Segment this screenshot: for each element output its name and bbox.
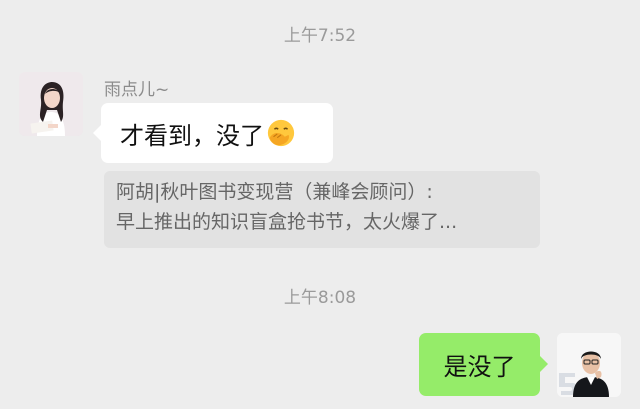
outgoing-message-bubble[interactable]: 是没了 — [419, 333, 548, 396]
quoted-message[interactable]: 阿胡|秋叶图书变现营（兼峰会顾问）: 早上推出的知识盲盒抢书节，太火爆了... — [104, 171, 540, 248]
outgoing-message-text: 是没了 — [443, 353, 516, 381]
incoming-message-text: 才看到，没了 — [120, 121, 264, 150]
woman-avatar-icon — [19, 72, 83, 136]
quote-line-2: 早上推出的知识盲盒抢书节，太火爆了... — [116, 211, 458, 233]
timestamp: 上午8:08 — [283, 288, 357, 308]
timestamp: 上午7:52 — [283, 26, 357, 46]
quote-line-1: 阿胡|秋叶图书变现营（兼峰会顾问）: — [116, 181, 433, 203]
sender-name: 雨点儿~ — [104, 80, 170, 100]
my-avatar[interactable] — [557, 333, 621, 397]
contact-avatar[interactable] — [19, 72, 83, 136]
hand-over-face-emoji-icon — [267, 119, 295, 147]
man-avatar-icon — [557, 333, 621, 397]
incoming-message-bubble[interactable]: 才看到，没了 — [93, 103, 333, 163]
